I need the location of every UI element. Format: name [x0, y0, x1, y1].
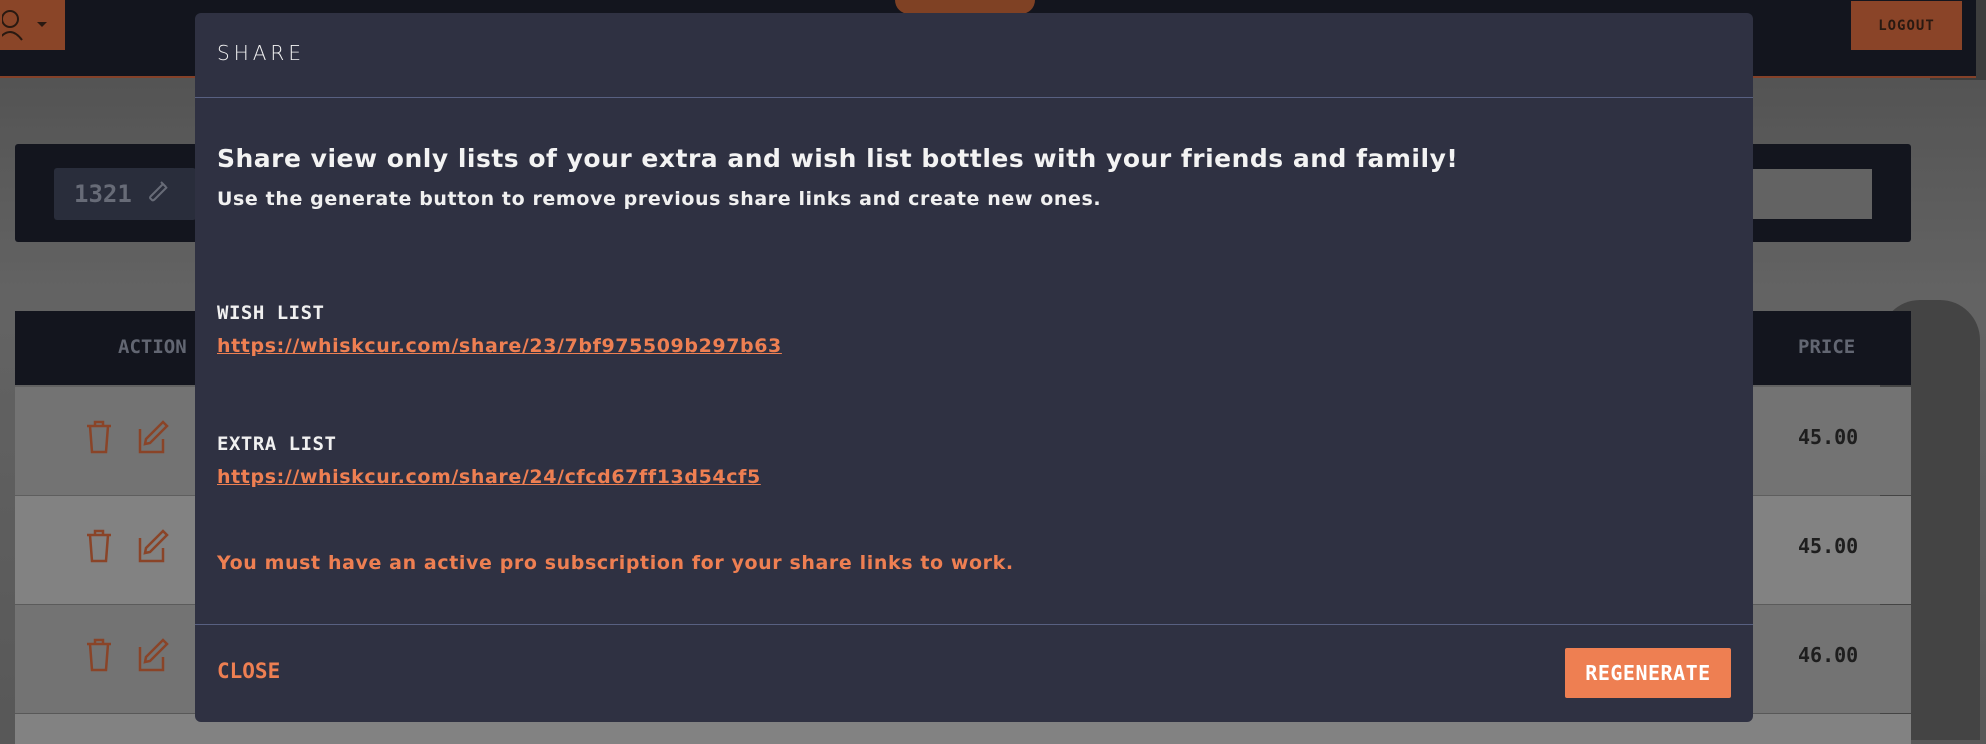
share-intro-text: Share view only lists of your extra and …: [217, 144, 1459, 173]
share-modal: SHARE Share view only lists of your extr…: [195, 13, 1753, 722]
subscription-warning: You must have an active pro subscription…: [217, 552, 1014, 574]
close-button[interactable]: CLOSE: [217, 659, 280, 683]
wish-list-label: WISH LIST: [217, 302, 325, 324]
extra-list-label: EXTRA LIST: [217, 433, 337, 455]
modal-footer: CLOSE REGENERATE: [195, 624, 1753, 722]
regenerate-button[interactable]: REGENERATE: [1565, 648, 1731, 698]
modal-header: SHARE: [195, 13, 1753, 98]
modal-title: SHARE: [217, 41, 305, 65]
share-instructions-text: Use the generate button to remove previo…: [217, 188, 1102, 210]
extra-list-share-link[interactable]: https://whiskcur.com/share/24/cfcd67ff13…: [217, 466, 761, 488]
modal-body: Share view only lists of your extra and …: [195, 98, 1753, 624]
wish-list-share-link[interactable]: https://whiskcur.com/share/23/7bf975509b…: [217, 335, 782, 357]
